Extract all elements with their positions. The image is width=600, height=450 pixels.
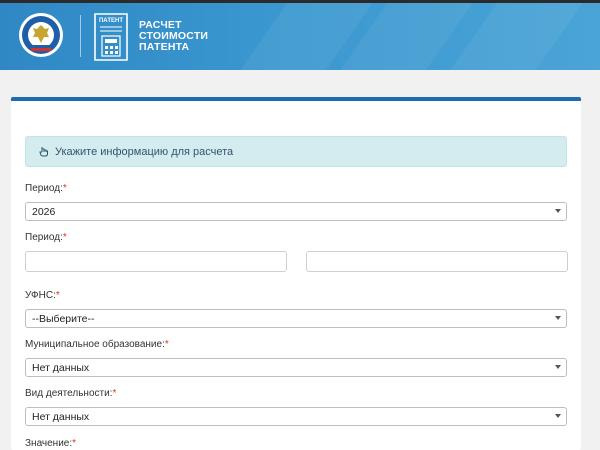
fns-emblem-icon[interactable] — [18, 12, 64, 58]
brand-line: ПАТЕНТА — [139, 41, 190, 53]
required-mark: * — [164, 339, 169, 350]
municipality-label: Муниципальное образование:* — [25, 339, 169, 350]
header-banner: ПАТЕНТ РАСЧЕТ СТОИМОСТИ ПАТЕНТА — [0, 3, 600, 70]
ufns-select-value: --Выберите-- — [32, 312, 95, 325]
period-end-input[interactable] — [306, 251, 568, 272]
required-mark: * — [112, 388, 117, 399]
info-text: Укажите информацию для расчета — [55, 145, 234, 158]
value-label: Значение:* — [25, 438, 77, 449]
activity-select[interactable]: Нет данных — [25, 407, 567, 426]
header-divider — [80, 15, 81, 57]
period-label: Период:* — [25, 183, 67, 194]
patent-icon-text: ПАТЕНТ — [99, 18, 123, 24]
municipality-select-value: Нет данных — [32, 361, 90, 374]
chevron-down-icon — [555, 414, 561, 418]
period-range-label: Период:* — [25, 232, 67, 243]
chevron-down-icon — [555, 365, 561, 369]
period-start-input[interactable] — [25, 251, 287, 272]
hand-pointer-icon — [39, 147, 48, 157]
required-mark: * — [72, 438, 77, 449]
patent-document-icon: ПАТЕНТ — [94, 13, 128, 61]
info-alert: Укажите информацию для расчета — [25, 136, 567, 167]
required-mark: * — [62, 183, 67, 194]
activity-label: Вид деятельности:* — [25, 388, 117, 399]
period-select[interactable]: 2026 — [25, 202, 567, 221]
municipality-select[interactable]: Нет данных — [25, 358, 567, 377]
required-mark: * — [55, 290, 60, 301]
activity-select-value: Нет данных — [32, 410, 90, 423]
brand-title: РАСЧЕТ СТОИМОСТИ ПАТЕНТА — [139, 20, 208, 53]
chevron-down-icon — [555, 209, 561, 213]
required-mark: * — [62, 232, 67, 243]
ufns-select[interactable]: --Выберите-- — [25, 309, 567, 328]
chevron-down-icon — [555, 316, 561, 320]
calculation-form-card: Укажите информацию для расчета Период:* … — [11, 97, 581, 450]
ufns-label: УФНС:* — [25, 290, 60, 301]
period-select-value: 2026 — [32, 205, 56, 218]
